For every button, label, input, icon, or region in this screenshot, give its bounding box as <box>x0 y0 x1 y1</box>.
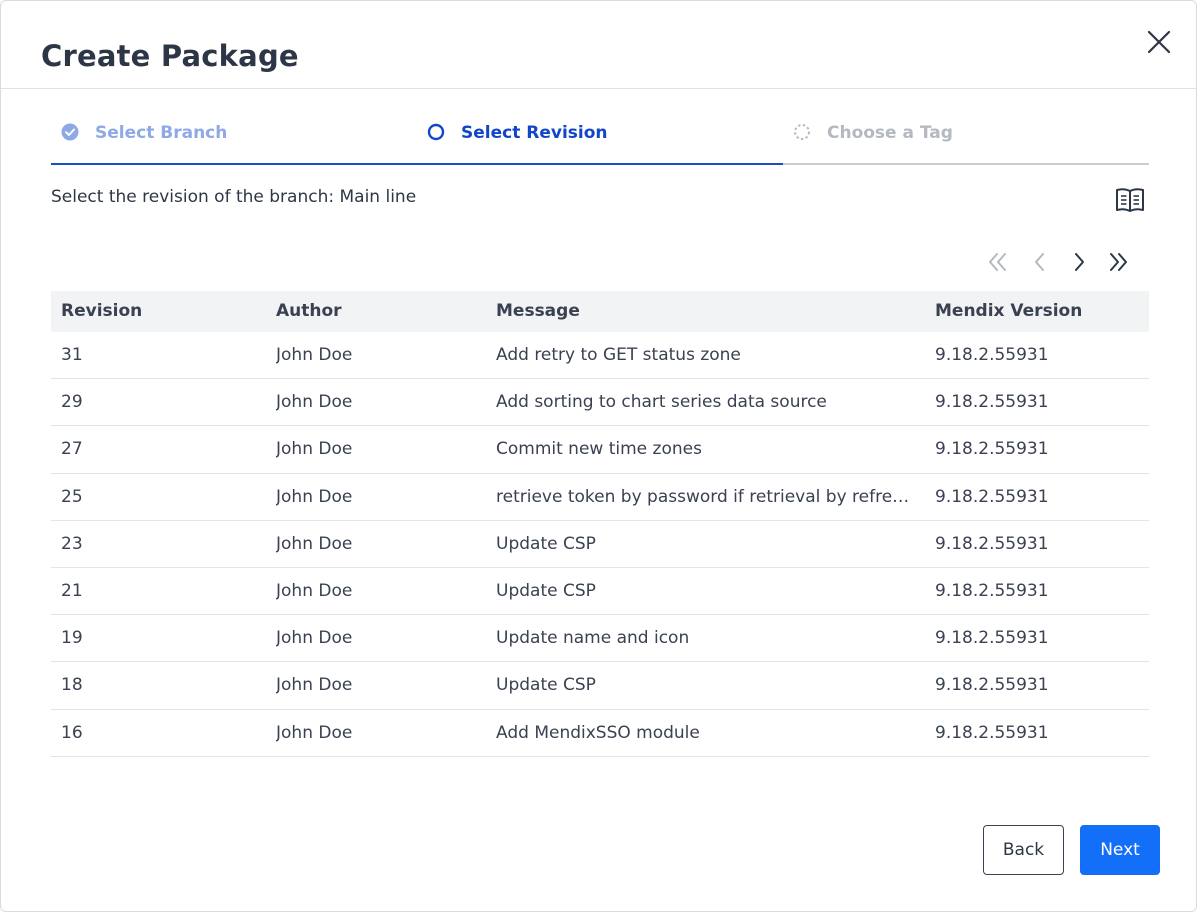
step-select-revision[interactable]: Select Revision <box>417 113 783 165</box>
chevron-left-icon <box>1035 253 1044 271</box>
mendix-version-cell: 9.18.2.55931 <box>935 486 1049 507</box>
revision-cell: 31 <box>61 345 83 365</box>
mendix-version-cell: 9.18.2.55931 <box>935 345 1049 365</box>
close-button[interactable] <box>1144 27 1174 57</box>
column-header-message[interactable]: Message <box>496 301 914 321</box>
step-label: Select Revision <box>461 123 608 143</box>
mendix-version-cell: 9.18.2.55931 <box>935 533 1049 554</box>
mendix-version-cell: 9.18.2.55931 <box>935 439 1049 460</box>
mendix-version-cell: 9.18.2.55931 <box>935 628 1049 649</box>
column-header-author[interactable]: Author <box>276 301 476 321</box>
author-cell: John Doe <box>276 628 353 649</box>
message-cell: Update name and icon <box>496 628 690 649</box>
message-cell: Commit new time zones <box>496 439 702 460</box>
documentation-button[interactable] <box>1114 185 1146 215</box>
author-cell: John Doe <box>276 722 353 743</box>
table-row[interactable]: 21 John Doe Update CSP 9.18.2.55931 <box>51 568 1149 616</box>
step-choose-tag[interactable]: Choose a Tag <box>783 113 1149 165</box>
revision-cell: 23 <box>61 533 83 554</box>
close-icon <box>1147 30 1171 54</box>
table-row[interactable]: 23 John Doe Update CSP 9.18.2.55931 <box>51 521 1149 568</box>
next-button[interactable]: Next <box>1080 825 1160 875</box>
check-circle-icon <box>61 123 79 141</box>
stepper: Select Branch Select Revision Choose a T… <box>51 113 1149 165</box>
double-chevron-right-icon <box>1110 253 1127 271</box>
revision-cell: 18 <box>61 675 83 696</box>
author-cell: John Doe <box>276 533 353 554</box>
mendix-version-cell: 9.18.2.55931 <box>935 392 1049 413</box>
table-row[interactable]: 27 John Doe Commit new time zones 9.18.2.55… <box>51 426 1149 474</box>
book-icon <box>1116 188 1144 212</box>
create-package-dialog: Create Package Select Branch Select Revi… <box>0 0 1197 912</box>
table-body: 31 John Doe Add retry to GET status zone 9.… <box>51 332 1149 757</box>
dialog-header: Create Package <box>1 1 1196 89</box>
double-chevron-left-icon <box>989 253 1006 271</box>
author-cell: John Doe <box>276 439 353 460</box>
message-cell: retrieve token by password if retrieval … <box>496 486 914 507</box>
author-cell: John Doe <box>276 392 353 413</box>
revision-cell: 21 <box>61 580 83 601</box>
instruction-text: Select the revision of the branch: Main … <box>51 187 417 207</box>
message-cell: Update CSP <box>496 580 596 601</box>
table-row[interactable]: 16 John Doe Add MendixSSO module 9.18.2.559… <box>51 710 1149 757</box>
revision-cell: 27 <box>61 439 83 460</box>
first-page-button[interactable] <box>983 248 1013 276</box>
author-cell: John Doe <box>276 345 353 365</box>
step-label: Select Branch <box>95 123 228 143</box>
mendix-version-cell: 9.18.2.55931 <box>935 722 1049 743</box>
mendix-version-cell: 9.18.2.55931 <box>935 675 1049 696</box>
dialog-title: Create Package <box>41 39 299 73</box>
back-button[interactable]: Back <box>983 825 1064 875</box>
table-row[interactable]: 18 John Doe Update CSP 9.18.2.55931 <box>51 662 1149 710</box>
table-row[interactable]: 25 John Doe retrieve token by password if … <box>51 474 1149 521</box>
message-cell: Add sorting to chart series data source <box>496 392 827 413</box>
revision-cell: 16 <box>61 722 83 743</box>
dashed-circle-icon <box>794 124 810 140</box>
next-page-button[interactable] <box>1065 248 1095 276</box>
revisions-table: Revision Author Message Mendix Version 3… <box>51 291 1149 757</box>
revision-cell: 25 <box>61 486 83 507</box>
table-row[interactable]: 29 John Doe Add sorting to chart series da… <box>51 379 1149 427</box>
revision-cell: 19 <box>61 628 83 649</box>
last-page-button[interactable] <box>1105 248 1135 276</box>
previous-page-button[interactable] <box>1025 248 1055 276</box>
revision-cell: 29 <box>61 392 83 413</box>
pagination <box>983 248 1149 276</box>
table-row[interactable]: 31 John Doe Add retry to GET status zone 9.… <box>51 332 1149 380</box>
chevron-right-icon <box>1075 253 1084 271</box>
message-cell: Update CSP <box>496 675 596 696</box>
table-header: Revision Author Message Mendix Version <box>51 291 1149 332</box>
author-cell: John Doe <box>276 486 353 507</box>
message-cell: Add MendixSSO module <box>496 722 700 743</box>
circle-icon <box>427 123 445 141</box>
column-header-revision[interactable]: Revision <box>61 301 261 321</box>
message-cell: Update CSP <box>496 533 596 554</box>
author-cell: John Doe <box>276 580 353 601</box>
table-row[interactable]: 19 John Doe Update name and icon 9.18.2.559… <box>51 615 1149 663</box>
step-label: Choose a Tag <box>827 123 953 143</box>
message-cell: Add retry to GET status zone <box>496 345 741 365</box>
step-select-branch[interactable]: Select Branch <box>51 113 417 165</box>
column-header-mendix-version[interactable]: Mendix Version <box>935 301 1135 321</box>
mendix-version-cell: 9.18.2.55931 <box>935 580 1049 601</box>
author-cell: John Doe <box>276 675 353 696</box>
